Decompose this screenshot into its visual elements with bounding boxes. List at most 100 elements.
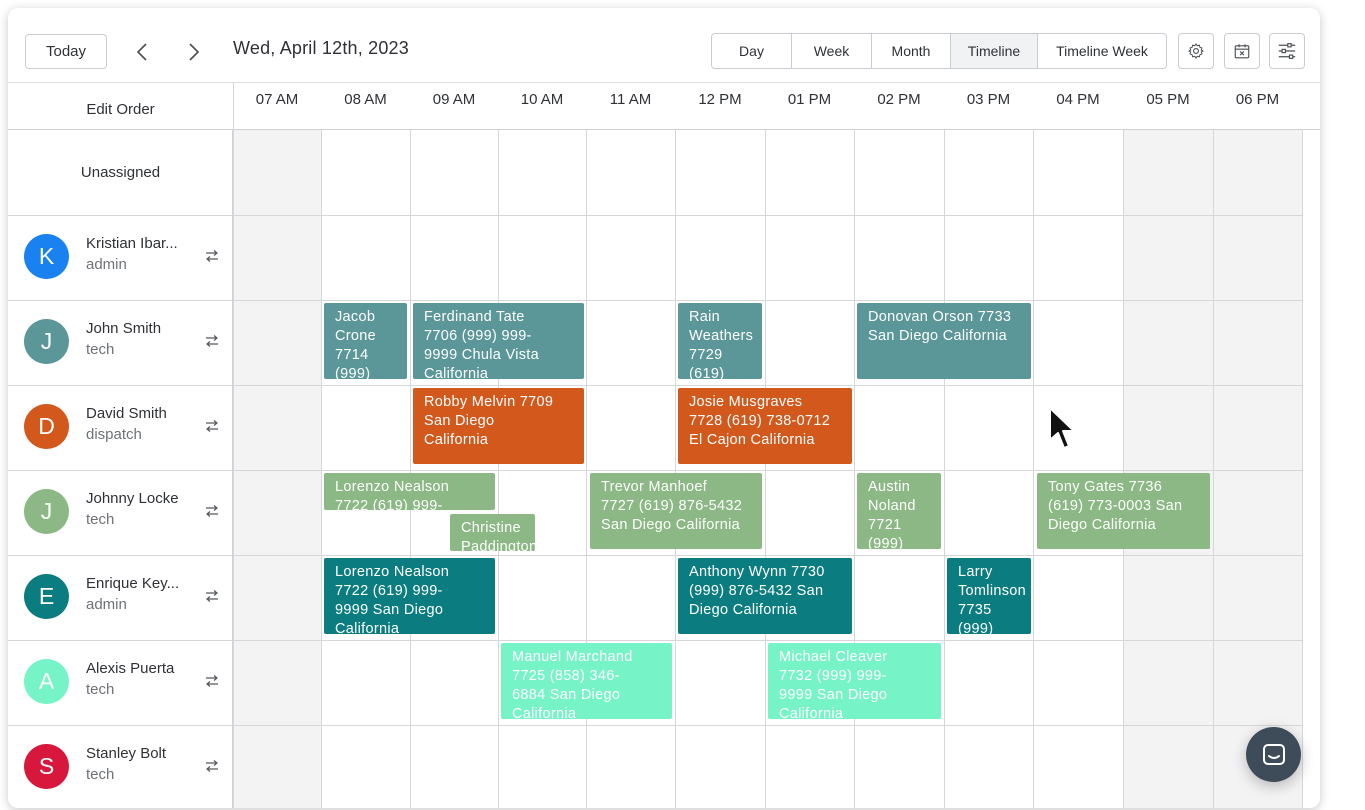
resource-row[interactable]: D David Smith dispatch: [8, 385, 233, 470]
resource-row[interactable]: J Johnny Locke tech: [8, 470, 233, 555]
event-text-line: Anthony Wynn 7730: [689, 564, 825, 580]
hour-gridline: [321, 130, 322, 808]
hour-label: 01 PM: [787, 91, 832, 108]
view-day-button[interactable]: Day: [712, 34, 792, 68]
resource-name: Alexis Puerta: [86, 660, 175, 677]
resource-row[interactable]: E Enrique Key... admin: [8, 555, 233, 640]
event-text-line: Tomlinson: [958, 583, 1026, 599]
resource-row[interactable]: S Stanley Bolt tech: [8, 725, 233, 808]
unassigned-row-label: Unassigned: [80, 164, 161, 181]
swap-arrows-icon[interactable]: [205, 249, 219, 263]
hour-gridline: [1213, 130, 1214, 808]
event-text-line: Manuel Marchand: [512, 649, 633, 665]
hour-gridline: [410, 130, 411, 808]
toolbar: Today Wed, April 12th, 2023 Day Week Mon…: [8, 8, 1320, 82]
event-text-line: 7727 (619) 876-5432: [601, 498, 743, 514]
event-block[interactable]: Robby Melvin 7709 San Diego California: [413, 388, 584, 464]
event-text-line: (999): [335, 366, 371, 379]
view-timeline-button[interactable]: Timeline: [951, 34, 1038, 68]
resource-row[interactable]: J John Smith tech: [8, 300, 233, 385]
event-block[interactable]: Austin Noland 7721 (999): [857, 473, 941, 549]
event-text-line: Lorenzo Nealson: [335, 479, 450, 495]
event-block[interactable]: Anthony Wynn 7730 (999) 876-5432 San Diego…: [678, 558, 852, 634]
event-text-line: 7732 (999) 999-: [779, 668, 887, 684]
hour-gridline: [233, 82, 234, 808]
event-block[interactable]: Lorenzo Nealson 7722 (619) 999-: [324, 473, 495, 510]
off-hours-shade: [233, 130, 321, 808]
swap-arrows-icon[interactable]: [205, 759, 219, 773]
event-block[interactable]: Trevor Manhoef 7727 (619) 876-5432 San Die…: [590, 473, 762, 549]
calendar-clear-button[interactable]: [1224, 33, 1260, 69]
event-text-line: 9999 San Diego: [779, 687, 888, 703]
event-text-line: California: [512, 706, 577, 719]
view-month-button[interactable]: Month: [872, 34, 951, 68]
hour-gridline: [765, 130, 766, 808]
view-timeline-week-button[interactable]: Timeline Week: [1038, 34, 1166, 68]
event-block[interactable]: Christine Paddington: [450, 514, 535, 551]
event-text-line: Diego California: [1048, 517, 1156, 533]
resource-role: dispatch: [86, 426, 142, 443]
swap-arrows-icon[interactable]: [205, 674, 219, 688]
event-block[interactable]: Donovan Orson 7733 San Diego California: [857, 303, 1031, 379]
chat-launcher-button[interactable]: [1246, 727, 1301, 782]
resource-name: Kristian Ibar...: [86, 235, 178, 252]
event-text-line: Paddington: [461, 539, 535, 551]
event-block[interactable]: Jacob Crone 7714 (999): [324, 303, 407, 379]
event-text-line: 7729: [689, 347, 723, 363]
current-date: Wed, April 12th, 2023: [233, 38, 409, 58]
resource-name: Stanley Bolt: [86, 745, 167, 762]
event-text-line: Tony Gates 7736: [1048, 479, 1163, 495]
event-text-line: 7728 (619) 738-0712: [689, 413, 831, 429]
calendar-x-icon: [1234, 44, 1250, 59]
event-block[interactable]: Lorenzo Nealson 7722 (619) 999- 9999 San D…: [324, 558, 495, 634]
event-text-line: El Cajon California: [689, 432, 815, 448]
event-block[interactable]: Josie Musgraves 7728 (619) 738-0712 El Caj…: [678, 388, 852, 464]
event-text-line: Weathers: [689, 328, 754, 344]
event-block[interactable]: Michael Cleaver 7732 (999) 999- 9999 San D…: [768, 643, 941, 719]
resource-name: Enrique Key...: [86, 575, 180, 592]
filter-button[interactable]: [1269, 33, 1305, 69]
resource-row[interactable]: A Alexis Puerta tech: [8, 640, 233, 725]
edit-order-button[interactable]: Edit Order: [8, 83, 233, 130]
resource-role: admin: [86, 596, 127, 613]
chevron-left-icon[interactable]: [132, 42, 152, 62]
event-block[interactable]: Rain Weathers 7729 (619): [678, 303, 762, 379]
event-text-line: Diego California: [689, 602, 797, 618]
event-text-line: 9999 San Diego: [335, 602, 444, 618]
hour-gridline: [944, 130, 945, 808]
swap-arrows-icon[interactable]: [205, 334, 219, 348]
resource-name: David Smith: [86, 405, 167, 422]
chevron-right-icon[interactable]: [184, 42, 204, 62]
swap-arrows-icon[interactable]: [205, 589, 219, 603]
hour-gridline: [498, 130, 499, 808]
avatar: J: [24, 489, 69, 534]
hour-label: 02 PM: [877, 91, 921, 108]
event-text-line: (999): [868, 536, 904, 549]
gear-icon: [1188, 43, 1204, 59]
event-block[interactable]: Manuel Marchand 7725 (858) 346- 6884 San D…: [501, 643, 672, 719]
swap-arrows-icon[interactable]: [205, 419, 219, 433]
resource-role: tech: [86, 341, 115, 358]
event-text-line: San Diego: [424, 413, 495, 429]
view-week-button[interactable]: Week: [792, 34, 872, 68]
swap-arrows-icon[interactable]: [205, 504, 219, 518]
view-switcher: Day Week Month Timeline Timeline Week: [711, 33, 1167, 69]
hour-gridline: [1302, 130, 1303, 808]
settings-button[interactable]: [1178, 33, 1214, 69]
event-text-line: Rain: [689, 309, 721, 325]
event-block[interactable]: Larry Tomlinson 7735 (999): [947, 558, 1031, 634]
avatar: S: [24, 744, 69, 789]
event-text-line: Robby Melvin 7709: [424, 394, 554, 410]
event-text-line: Josie Musgraves: [689, 394, 803, 410]
hour-gridline: [675, 130, 676, 808]
hour-gridline: [1123, 130, 1124, 808]
resource-role: tech: [86, 511, 115, 528]
resource-row[interactable]: K Kristian Ibar... admin: [8, 215, 233, 300]
today-button[interactable]: Today: [25, 34, 107, 69]
resource-role: tech: [86, 681, 115, 698]
event-text-line: Michael Cleaver: [779, 649, 888, 665]
event-block[interactable]: Tony Gates 7736 (619) 773-0003 San Diego C…: [1037, 473, 1210, 549]
mouse-cursor-icon: [1048, 406, 1078, 457]
event-text-line: 7725 (858) 346-: [512, 668, 620, 684]
event-block[interactable]: Ferdinand Tate 7706 (999) 999- 9999 Chula …: [413, 303, 584, 379]
